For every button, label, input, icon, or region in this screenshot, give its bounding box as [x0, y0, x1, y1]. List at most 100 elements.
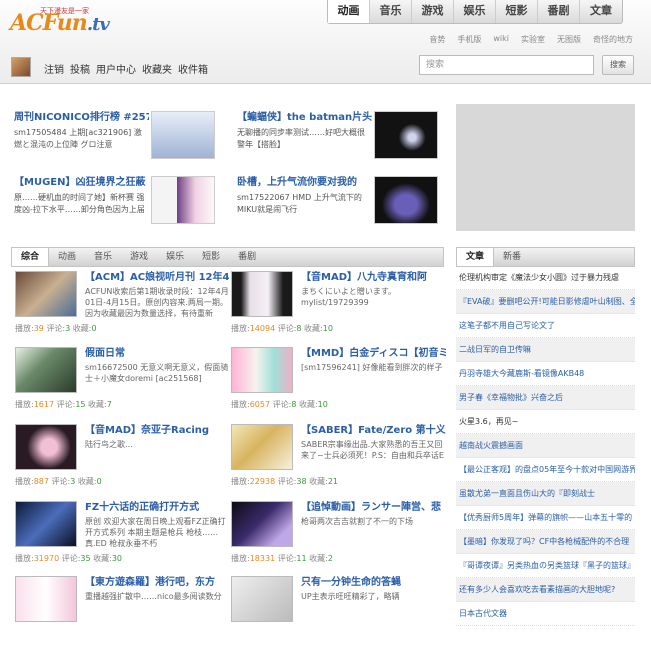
video-stats: 播放:14094 评论:8 收藏:10 — [231, 324, 333, 333]
article-link[interactable]: 还有多少人会喜欢吃去看素描画的大胆地呢? — [456, 578, 635, 602]
tab-anime[interactable]: 动画 — [49, 248, 85, 266]
sub-link-mobile[interactable]: 手机版 — [457, 34, 481, 45]
article-link[interactable]: 火星3.6，再见~ — [456, 410, 635, 434]
video-desc: まちくにいよと贈います。 mylist/19729399 — [301, 287, 397, 307]
upload-link[interactable]: 投稿 — [70, 61, 90, 76]
logout-link[interactable]: 注销 — [44, 61, 64, 76]
video-item[interactable]: 【音MAD】八九寺真宵和阿 まちくにいよと贈います。 mylist/197293… — [231, 271, 446, 343]
tab-articles[interactable]: 文章 — [457, 248, 495, 266]
video-title[interactable]: 【東方遊森羅】港行吧，东方 — [85, 576, 230, 590]
article-link[interactable]: 丹羽寺雄大今藏鹿斯-看镜像AKB48 — [456, 362, 635, 386]
article-link[interactable]: 『哥谭夜谭』另类热血の另类篮球『黑子的篮球』 — [456, 554, 635, 578]
search-button[interactable]: 搜索 — [602, 55, 634, 75]
tab-new-bangumi[interactable]: 新番 — [494, 248, 530, 266]
nav-tab-game[interactable]: 游戏 — [412, 0, 454, 23]
featured-thumbnail[interactable] — [374, 111, 438, 159]
video-title[interactable]: 【ACM】AC娘视听月刊 12年4 — [85, 271, 230, 285]
video-item[interactable]: 只有一分钟生命的答蝇 UP主表示旺旺精彩了，略辆 — [231, 576, 446, 648]
video-desc: 枪哥两次吉吉就割了不一的下场 — [301, 517, 413, 526]
sub-nav: 音势 手机版 wiki 实验室 无图版 奇怪的地方 — [429, 34, 633, 45]
video-stats: 播放:31970 评论:35 收藏:30 — [15, 554, 123, 563]
featured-title[interactable]: 卧槽，上升气流你要对我的 — [237, 176, 372, 190]
user-links: 注销 投稿 用户中心 收藏夹 收件箱 — [44, 61, 208, 76]
site-logo[interactable]: 天下漫友是一家 ACFun.tv — [10, 7, 110, 36]
article-link[interactable]: 越南战火震撼画面 — [456, 434, 635, 458]
nav-tab-music[interactable]: 音乐 — [370, 0, 412, 23]
sub-link-lab[interactable]: 实验室 — [521, 34, 545, 45]
avatar[interactable] — [11, 57, 31, 77]
video-item[interactable]: 假面日常 sm16672500 无意义啊无意义，假面骑士＋小魔女doremi [… — [15, 347, 230, 419]
video-title[interactable]: 假面日常 — [85, 347, 230, 361]
sub-link-wiki[interactable]: wiki — [493, 34, 509, 45]
featured-item[interactable]: 周刊NICONICO排行榜 #257 4 sm17505484 上期[ac321… — [14, 111, 234, 173]
article-link[interactable]: 男子春《幸福物批》兴奋之后 — [456, 386, 635, 410]
nav-tab-article[interactable]: 文章 — [580, 0, 622, 23]
tab-all[interactable]: 综合 — [12, 248, 50, 266]
favorites-link[interactable]: 收藏夹 — [142, 61, 172, 76]
video-item[interactable]: 【MMD】白金ディスコ【初音ミ [sm17596241] 好像能看到胖次的样子 … — [231, 347, 446, 419]
tab-game[interactable]: 游戏 — [121, 248, 157, 266]
featured-desc: 无聊播的同步率测试……好吧大概很警年【搭脸】 — [237, 128, 365, 149]
article-link[interactable]: 伦理机构审定《魔法少女小圆》过于暴力残虐 — [456, 266, 635, 290]
video-thumbnail[interactable] — [231, 576, 293, 622]
featured-title[interactable]: 周刊NICONICO排行榜 #257 4 — [14, 111, 149, 125]
video-thumbnail[interactable] — [15, 424, 77, 470]
featured-item[interactable]: 【MUGEN】凶狂境界之狂蔽 原……硬机血的时间了她】新杯赛 强度凶-拉下水平…… — [14, 176, 234, 238]
sub-link-strange[interactable]: 奇怪的地方 — [593, 34, 633, 45]
video-stats: 播放:18331 评论:11 收藏:2 — [231, 554, 333, 563]
article-link[interactable]: 【优秀厨师5周年】弹幕的旗帜——山本五十零的 — [456, 506, 635, 530]
article-link[interactable]: 『EVA破』要删吧公开!可能日影修虐叶山制图、全身 — [456, 290, 635, 314]
logo-tv: .tv — [86, 14, 110, 35]
video-item[interactable]: 【SABER】Fate/Zero 第十义话 SABER宗事缘出品.大家熟悉的吾王… — [231, 424, 446, 496]
inbox-link[interactable]: 收件箱 — [178, 61, 208, 76]
video-title[interactable]: 【SABER】Fate/Zero 第十义话 — [301, 424, 446, 438]
video-thumbnail[interactable] — [231, 424, 293, 470]
video-title[interactable]: 【音MAD】八九寺真宵和阿 — [301, 271, 446, 285]
article-link[interactable]: 这笔子都不用自己写论文了 — [456, 314, 635, 338]
video-title[interactable]: 【追悼動画】ランサー陣営、悲 — [301, 501, 446, 515]
article-link[interactable]: 二战日军的自卫传嘛 — [456, 338, 635, 362]
sub-link-trend[interactable]: 音势 — [429, 34, 445, 45]
video-thumbnail[interactable] — [231, 501, 293, 547]
video-thumbnail[interactable] — [15, 347, 77, 393]
video-item[interactable]: 【音MAD】奈亚子Racing 陆行鸟之歌… 播放:887 评论:3 收藏:0 — [15, 424, 230, 496]
video-thumbnail[interactable] — [231, 271, 293, 317]
tab-short[interactable]: 短影 — [193, 248, 229, 266]
video-item[interactable]: 【ACM】AC娘视听月刊 12年4 ACFUN收索后第1期收录时段：12年4月0… — [15, 271, 230, 343]
featured-item[interactable]: 【蝙蝠侠】the batman片头 无聊播的同步率测试……好吧大概很警年【搭脸】 — [237, 111, 457, 173]
featured-item[interactable]: 卧槽，上升气流你要对我的 sm17522067 HMD 上升气流下的MIKU就是… — [237, 176, 457, 238]
ad-banner[interactable] — [456, 104, 635, 231]
video-title[interactable]: FZ十六话的正确打开方式 — [85, 501, 230, 515]
video-item[interactable]: FZ十六话的正确打开方式 原创 欢迎大家在周日晚上观看FZ正确打开方式系列 本期… — [15, 501, 230, 573]
video-item[interactable]: 【東方遊森羅】港行吧，东方 重播越强扩散中……nico最多阅读数分 — [15, 576, 230, 648]
nav-tab-anime[interactable]: 动画 — [328, 0, 370, 23]
video-thumbnail[interactable] — [15, 501, 77, 547]
article-link[interactable]: 虽散尤弟一直面且伤山大的『即刻战士 — [456, 482, 635, 506]
tab-music[interactable]: 音乐 — [85, 248, 121, 266]
video-title[interactable]: 【音MAD】奈亚子Racing — [85, 424, 230, 438]
featured-thumbnail[interactable] — [374, 176, 438, 224]
article-link[interactable]: 日本古代文器 — [456, 602, 635, 626]
nav-tab-entertainment[interactable]: 娱乐 — [454, 0, 496, 23]
video-desc: sm16672500 无意义啊无意义，假面骑士＋小魔女doremi [ac251… — [85, 363, 229, 383]
article-link[interactable]: 【最公正客观】的盘点05年至今十款对中国网游界 — [456, 458, 635, 482]
video-title[interactable]: 【MMD】白金ディスコ【初音ミ — [301, 347, 446, 361]
nav-tab-short[interactable]: 短影 — [496, 0, 538, 23]
article-link[interactable]: 【墨暗】你发现了吗？CF中各枪械配件的不合理 — [456, 530, 635, 554]
search-input[interactable]: 搜索 — [419, 55, 594, 75]
tab-entertainment[interactable]: 娱乐 — [157, 248, 193, 266]
sub-link-noimg[interactable]: 无图版 — [557, 34, 581, 45]
video-thumbnail[interactable] — [15, 271, 77, 317]
video-desc: ACFUN收索后第1期收录时段：12年4月01日-4月15日。原创内容来.两局一… — [85, 287, 229, 318]
video-thumbnail[interactable] — [231, 347, 293, 393]
featured-title[interactable]: 【蝙蝠侠】the batman片头 — [237, 111, 372, 125]
featured-thumbnail[interactable] — [151, 176, 215, 224]
video-item[interactable]: 【追悼動画】ランサー陣営、悲 枪哥两次吉吉就割了不一的下场 播放:18331 评… — [231, 501, 446, 573]
featured-thumbnail[interactable] — [151, 111, 215, 159]
video-title[interactable]: 只有一分钟生命的答蝇 — [301, 576, 446, 590]
user-center-link[interactable]: 用户中心 — [96, 61, 136, 76]
featured-title[interactable]: 【MUGEN】凶狂境界之狂蔽 — [14, 176, 149, 190]
tab-bangumi[interactable]: 番剧 — [229, 248, 265, 266]
nav-tab-bangumi[interactable]: 番剧 — [538, 0, 580, 23]
video-thumbnail[interactable] — [15, 576, 77, 622]
